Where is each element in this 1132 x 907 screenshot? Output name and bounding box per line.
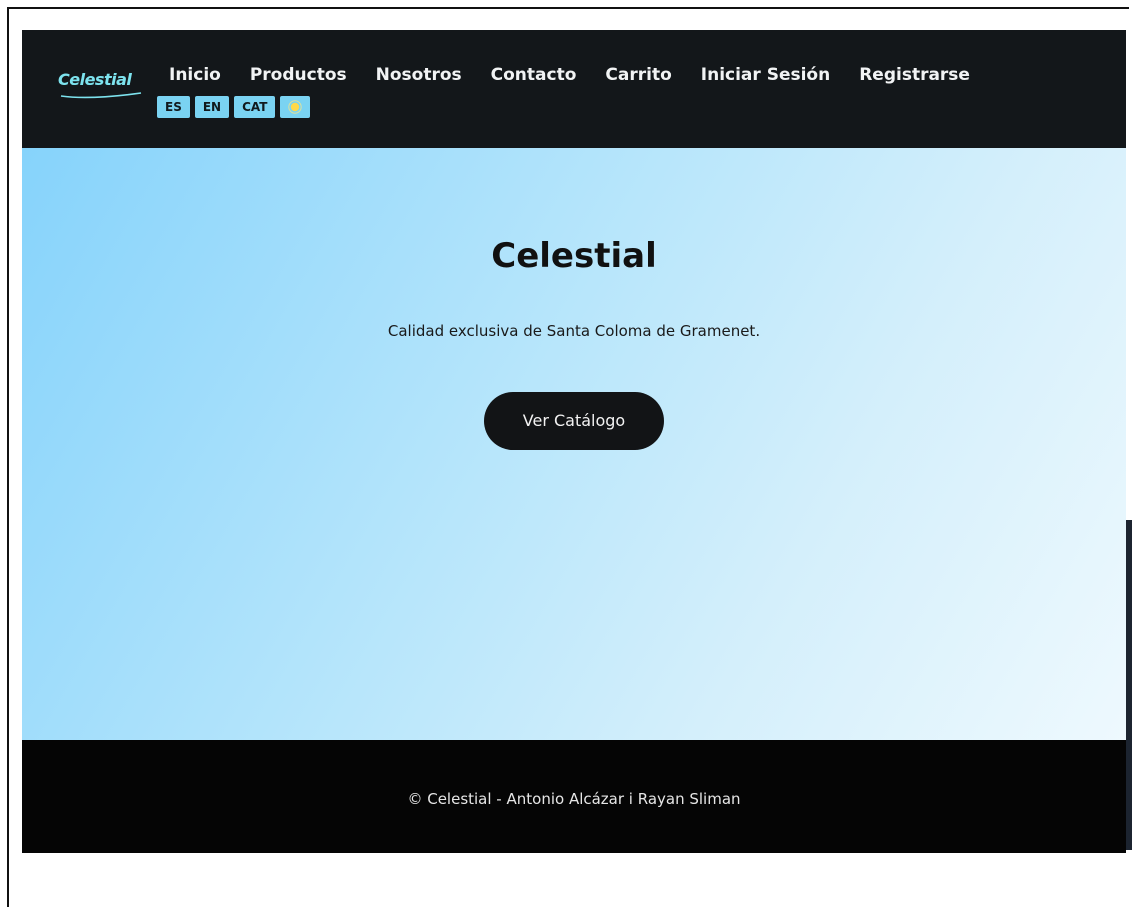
theme-toggle-button[interactable] [280,96,311,118]
lang-cat-button[interactable]: CAT [234,96,276,118]
sun-icon [288,100,303,114]
logo-swoosh-icon [60,92,142,99]
footer-credits: © Celestial - Antonio Alcázar i Rayan Sl… [407,790,741,808]
nav-item-productos[interactable]: Productos [250,65,347,85]
view-catalog-button[interactable]: Ver Catálogo [484,392,664,450]
lang-es-button[interactable]: ES [157,96,190,118]
nav-item-registrarse[interactable]: Registrarse [859,65,970,85]
logo-text: Celestial [58,70,132,89]
nav-item-contacto[interactable]: Contacto [491,65,577,85]
browser-viewport: Celestial Inicio Productos Nosotros Cont… [22,30,1126,853]
navbar: Celestial Inicio Productos Nosotros Cont… [22,30,1126,148]
nav-item-iniciar-sesion[interactable]: Iniciar Sesión [701,65,830,85]
lang-en-button[interactable]: EN [194,96,230,118]
hero-title: Celestial [491,236,657,276]
nav-item-carrito[interactable]: Carrito [605,65,671,85]
nav-links: Inicio Productos Nosotros Contacto Carri… [169,65,999,85]
nav-item-nosotros[interactable]: Nosotros [376,65,462,85]
nav-item-inicio[interactable]: Inicio [169,65,221,85]
background-window-edge [1126,520,1132,850]
logo[interactable]: Celestial [58,68,148,104]
hero-subtitle: Calidad exclusiva de Santa Coloma de Gra… [387,322,761,340]
footer: © Celestial - Antonio Alcázar i Rayan Sl… [22,740,1126,853]
language-switcher: ES EN CAT [157,96,311,118]
hero-section: Celestial Calidad exclusiva de Santa Col… [22,148,1126,740]
